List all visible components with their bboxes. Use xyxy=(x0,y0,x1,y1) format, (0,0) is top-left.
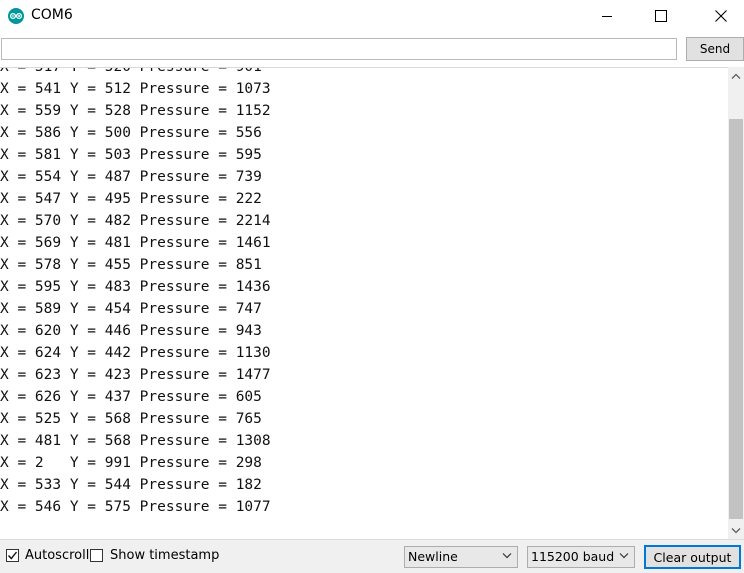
autoscroll-label[interactable]: Autoscroll xyxy=(25,549,89,563)
timestamp-label[interactable]: Show timestamp xyxy=(110,549,219,563)
send-row: Send xyxy=(0,37,744,65)
chevron-down-icon xyxy=(502,553,512,559)
scroll-up-button[interactable] xyxy=(728,67,744,84)
output-line: X = 569 Y = 481 Pressure = 1461 xyxy=(0,235,271,251)
output-line: X = 533 Y = 544 Pressure = 182 xyxy=(0,477,262,493)
output-line: X = 589 Y = 454 Pressure = 747 xyxy=(0,301,262,317)
output-line: X = 547 Y = 495 Pressure = 222 xyxy=(0,191,262,207)
window-title: COM6 xyxy=(31,7,73,23)
vertical-scrollbar[interactable] xyxy=(728,67,744,539)
checkmark-icon xyxy=(7,551,18,560)
chevron-up-icon xyxy=(731,73,741,79)
title-bar: COM6 xyxy=(0,0,744,32)
output-line: X = 586 Y = 500 Pressure = 556 xyxy=(0,125,262,141)
chevron-down-icon xyxy=(619,553,629,559)
close-icon xyxy=(715,10,727,22)
output-line: X = 546 Y = 575 Pressure = 1077 xyxy=(0,499,271,515)
minimize-button[interactable] xyxy=(584,0,630,32)
line-ending-select[interactable]: Newline xyxy=(404,546,518,568)
output-line: X = 624 Y = 442 Pressure = 1130 xyxy=(0,345,271,361)
autoscroll-checkbox[interactable] xyxy=(6,549,19,562)
status-bar: Autoscroll Show timestamp Newline 115200… xyxy=(0,539,744,573)
output-line: X = 581 Y = 503 Pressure = 595 xyxy=(0,147,262,163)
clear-output-button[interactable]: Clear output xyxy=(644,545,741,569)
chevron-down-icon xyxy=(731,527,741,533)
timestamp-checkbox[interactable] xyxy=(90,549,103,562)
baud-rate-value: 115200 baud xyxy=(531,549,615,564)
output-line: X = 2 Y = 991 Pressure = 298 xyxy=(0,455,262,471)
scroll-thumb[interactable] xyxy=(729,119,743,519)
arduino-logo-icon xyxy=(8,8,24,24)
output-line: X = 623 Y = 423 Pressure = 1477 xyxy=(0,367,271,383)
minimize-icon xyxy=(602,16,612,17)
maximize-button[interactable] xyxy=(638,0,684,32)
output-line: X = 517 Y = 520 Pressure = 901 xyxy=(0,67,262,75)
baud-rate-select[interactable]: 115200 baud xyxy=(527,546,635,568)
output-line: X = 570 Y = 482 Pressure = 2214 xyxy=(0,213,271,229)
output-line: X = 554 Y = 487 Pressure = 739 xyxy=(0,169,262,185)
output-line: X = 541 Y = 512 Pressure = 1073 xyxy=(0,81,271,97)
output-line: X = 525 Y = 568 Pressure = 765 xyxy=(0,411,262,427)
send-button[interactable]: Send xyxy=(686,37,744,61)
serial-input[interactable] xyxy=(1,38,677,60)
scroll-down-button[interactable] xyxy=(728,522,744,539)
output-line: X = 626 Y = 437 Pressure = 605 xyxy=(0,389,262,405)
output-line: X = 595 Y = 483 Pressure = 1436 xyxy=(0,279,271,295)
output-line: X = 578 Y = 455 Pressure = 851 xyxy=(0,257,262,273)
maximize-icon xyxy=(655,10,667,22)
line-ending-value: Newline xyxy=(408,549,458,564)
output-line: X = 559 Y = 528 Pressure = 1152 xyxy=(0,103,271,119)
output-line: X = 620 Y = 446 Pressure = 943 xyxy=(0,323,262,339)
serial-output[interactable]: X = 517 Y = 520 Pressure = 901 X = 541 Y … xyxy=(0,67,728,539)
output-line: X = 481 Y = 568 Pressure = 1308 xyxy=(0,433,271,449)
close-button[interactable] xyxy=(698,0,744,32)
